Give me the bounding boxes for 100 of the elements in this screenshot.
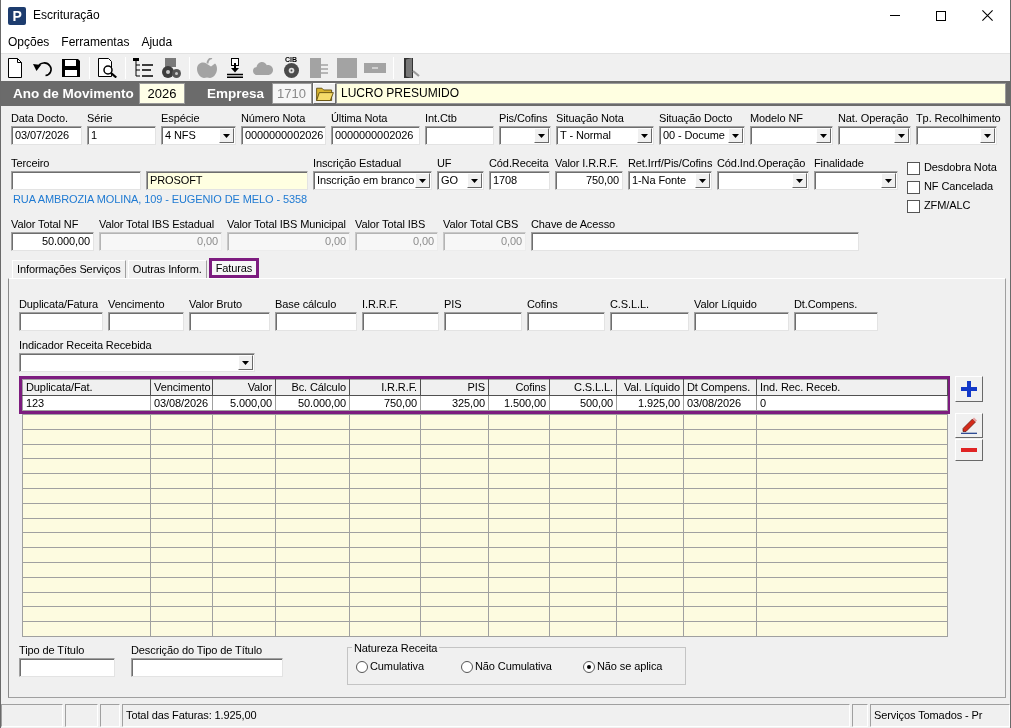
input-field[interactable] <box>131 657 283 677</box>
dropdown[interactable]: 1-Na Fonte <box>628 171 712 190</box>
input-field[interactable]: 750,00 <box>555 171 623 190</box>
dropdown[interactable] <box>916 126 997 145</box>
field-label: PIS <box>444 297 462 311</box>
add-button[interactable] <box>955 376 983 402</box>
tree-list-icon[interactable] <box>133 57 153 78</box>
field-label: Modelo NF <box>750 111 803 125</box>
column-header[interactable]: C.S.L.L. <box>549 379 617 396</box>
column-header[interactable]: Duplicata/Fat. <box>22 379 151 396</box>
column-header[interactable]: Bc. Cálculo <box>275 379 350 396</box>
dropdown[interactable] <box>19 353 255 372</box>
year-field[interactable]: 2026 <box>139 83 185 104</box>
dropdown[interactable] <box>499 126 551 145</box>
column-header[interactable]: Vencimento <box>150 379 213 396</box>
dropdown[interactable] <box>814 171 898 190</box>
input-field[interactable] <box>19 657 115 677</box>
input-field[interactable] <box>694 312 789 331</box>
save-icon[interactable] <box>61 57 81 78</box>
checkbox-label: ZFM/ALC <box>924 199 971 213</box>
input-field[interactable] <box>444 312 522 331</box>
menu-item[interactable]: Ferramentas <box>55 32 136 52</box>
minus-icon <box>961 448 977 452</box>
field-label: Situação Docto <box>659 111 733 125</box>
input-field[interactable] <box>19 312 103 331</box>
dropdown[interactable]: T - Normal <box>556 126 654 145</box>
status-panel <box>1 704 63 727</box>
company-label: Empresa <box>206 85 266 103</box>
radio-button[interactable] <box>461 660 473 673</box>
dropdown[interactable] <box>717 171 809 190</box>
input-field[interactable]: PROSOFT <box>146 171 308 190</box>
dropdown[interactable] <box>750 126 833 145</box>
input-field[interactable] <box>425 126 494 145</box>
input-field[interactable]: 50.000,00 <box>11 232 94 251</box>
field-label: Duplicata/Fatura <box>19 297 99 311</box>
field-label: Valor Bruto <box>189 297 243 311</box>
tab[interactable]: Informações Serviços <box>12 260 126 278</box>
download-icon[interactable] <box>225 57 245 78</box>
input-field[interactable]: 0000000002026 <box>241 126 326 145</box>
input-field[interactable] <box>610 312 689 331</box>
column-header[interactable]: Cofins <box>488 379 550 396</box>
input-field[interactable] <box>189 312 270 331</box>
input-field[interactable]: 1 <box>87 126 156 145</box>
field-label: UF <box>437 156 452 170</box>
input-field[interactable] <box>527 312 605 331</box>
input-field[interactable] <box>362 312 439 331</box>
pencil-icon <box>961 417 977 434</box>
radio-button[interactable] <box>583 660 595 673</box>
dropdown[interactable] <box>838 126 911 145</box>
input-field[interactable]: 0000000002026 <box>331 126 420 145</box>
print-preview-icon[interactable] <box>97 57 117 78</box>
field-label: Finalidade <box>814 156 864 170</box>
window-title: Escrituração <box>33 8 100 23</box>
field-label: Tp. Recolhimento <box>916 111 1001 125</box>
door-icon[interactable] <box>401 57 421 78</box>
column-header[interactable]: Ind. Rec. Receb. <box>756 379 948 396</box>
year-label: Ano de Movimento <box>12 85 135 103</box>
dropdown[interactable]: Inscrição em branco <box>313 171 432 190</box>
column-header[interactable]: Valor <box>212 379 276 396</box>
field-label: Pis/Cofins <box>499 111 548 125</box>
new-document-icon[interactable] <box>5 57 25 78</box>
input-field[interactable] <box>11 171 141 190</box>
input-field[interactable] <box>108 312 184 331</box>
menu-item[interactable]: Opções <box>2 32 56 52</box>
field-label: Valor I.R.R.F. <box>555 156 619 170</box>
checkbox[interactable] <box>907 161 920 175</box>
column-header[interactable]: I.R.R.F. <box>349 379 421 396</box>
remove-button[interactable] <box>955 439 983 461</box>
input-field[interactable]: 03/07/2026 <box>11 126 82 145</box>
radio-label: Não se aplica <box>597 659 663 674</box>
input-field[interactable]: 1708 <box>489 171 550 190</box>
field-label: Inscrição Estadual <box>313 156 402 170</box>
field-label: Número Nota <box>241 111 306 125</box>
company-name-field[interactable]: LUCRO PRESUMIDO <box>336 83 1006 104</box>
tab[interactable]: Outras Inform. <box>127 260 207 278</box>
folder-icon <box>315 86 334 101</box>
field-label: Valor Total CBS <box>443 217 519 231</box>
edit-button[interactable] <box>955 413 983 438</box>
input-field[interactable] <box>794 312 878 331</box>
column-header[interactable]: Dt Compens. <box>683 379 757 396</box>
field-label: Situação Nota <box>556 111 624 125</box>
tab[interactable]: Faturas <box>208 258 260 278</box>
radio-button[interactable] <box>356 660 368 673</box>
radio-label: Cumulativa <box>370 659 425 674</box>
column-header[interactable]: Val. Líquido <box>616 379 684 396</box>
machine-icon[interactable] <box>161 57 181 78</box>
field-label: Valor Total NF <box>11 217 79 231</box>
dropdown[interactable]: 00 - Docume <box>659 126 745 145</box>
input-field[interactable] <box>531 232 859 251</box>
field-label: I.R.R.F. <box>362 297 398 311</box>
field-label: Cód.Ind.Operação <box>717 156 806 170</box>
column-header[interactable]: PIS <box>420 379 489 396</box>
menu-item[interactable]: Ajuda <box>135 32 179 52</box>
checkbox[interactable] <box>907 180 920 194</box>
checkbox[interactable] <box>907 199 920 213</box>
dropdown[interactable]: GO <box>437 171 484 190</box>
input-field[interactable] <box>275 312 357 331</box>
checkbox-label: Desdobra Nota <box>924 161 997 175</box>
dropdown[interactable]: 4 NFS <box>161 126 236 145</box>
open-folder-button[interactable] <box>313 83 336 104</box>
